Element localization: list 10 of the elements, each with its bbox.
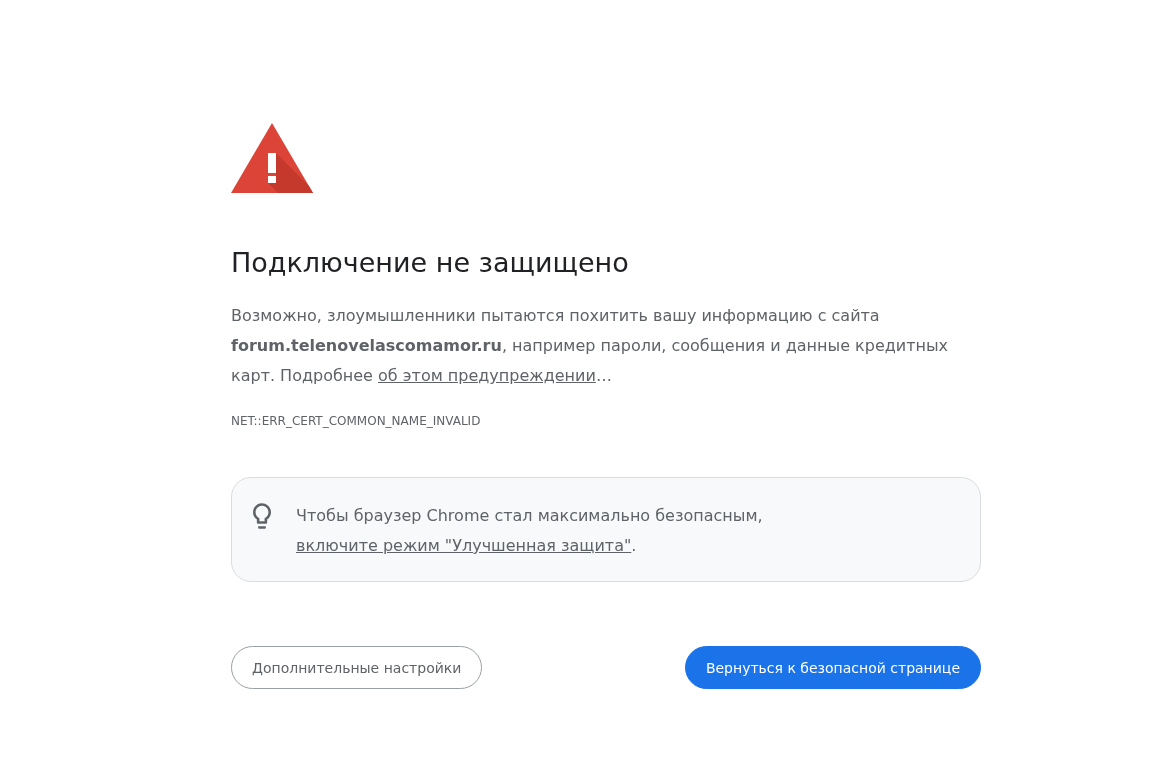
warning-message: Возможно, злоумышленники пытаются похитить вашу информацию с сайта forum.telenovelascomamor.ru, например пароли, сообщения и данные кредитных карт. Подробнее об этом предупреждении… xyxy=(231,305,950,387)
warning-icon xyxy=(231,123,313,193)
learn-more-link[interactable]: об этом предупреждении xyxy=(378,366,596,385)
back-to-safety-button[interactable]: Вернуться к безопасной странице xyxy=(684,646,981,689)
advanced-button[interactable]: Дополнительные настройки xyxy=(231,646,483,689)
lightbulb-icon xyxy=(253,503,271,529)
protection-tip-text: Чтобы браузер Chrome стал максимально безопасным, включите режим "Улучшенная защита". xyxy=(296,505,764,557)
error-title: Подключение не защищено xyxy=(231,246,630,280)
error-code: NET::ERR_CERT_COMMON_NAME_INVALID xyxy=(231,413,482,430)
enable-protection-link[interactable]: включите режим "Улучшенная защита" xyxy=(296,536,632,555)
